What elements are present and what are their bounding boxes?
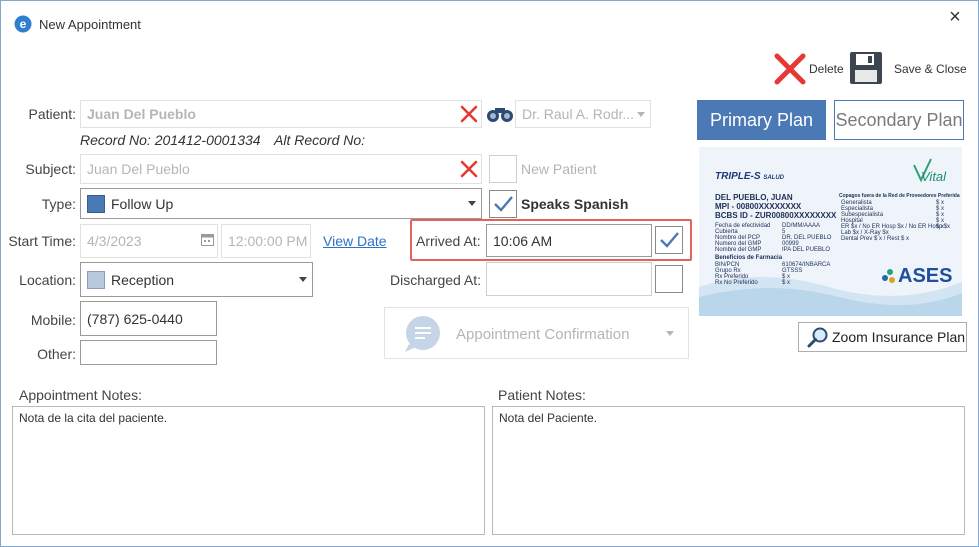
speaks-spanish-label: Speaks Spanish	[521, 196, 629, 212]
card-right-row-value: $ x	[936, 224, 945, 230]
location-color-swatch	[87, 270, 105, 289]
location-select-value: Reception	[111, 271, 175, 288]
location-dropdown-chevron-icon[interactable]	[299, 277, 307, 282]
speaks-spanish-checkbox[interactable]	[489, 190, 517, 218]
patient-field[interactable]: Juan Del Pueblo	[80, 100, 482, 128]
arrived-at-label: Arrived At:	[416, 233, 481, 249]
card-bcbs: BCBS ID - ZUR00800XXXXXXXX	[715, 211, 837, 220]
calendar-icon[interactable]	[201, 233, 214, 246]
new-patient-label: New Patient	[521, 161, 597, 177]
type-select[interactable]: Follow Up	[80, 188, 482, 219]
patient-label: Patient:	[28, 106, 76, 122]
doctor-dropdown-chevron-icon[interactable]	[637, 112, 645, 117]
other-field[interactable]	[80, 340, 217, 365]
discharged-checkbox[interactable]	[655, 265, 683, 293]
patient-notes-label: Patient Notes:	[498, 387, 586, 403]
primary-plan-tab[interactable]: Primary Plan	[697, 100, 826, 140]
zoom-insurance-label: Zoom Insurance Plan	[832, 329, 966, 345]
delete-button[interactable]: Delete	[809, 62, 844, 76]
card-right-row-label: Dental Prev $ x / Rest $ x	[841, 236, 910, 242]
app-logo-icon: e	[14, 15, 32, 33]
card-right-title: Copagos fuera de la Red de Proveedores P…	[839, 193, 960, 199]
card-left-row-value: DD/MM/AAAA	[782, 223, 821, 229]
save-close-button[interactable]: Save & Close	[894, 62, 967, 76]
clear-subject-icon[interactable]	[460, 160, 478, 178]
card-left-row-label: Nombre del GMP	[715, 247, 762, 253]
mobile-field[interactable]: (787) 625-0440	[80, 301, 217, 336]
card-pharmacy-title: Beneficios de Farmacia	[715, 255, 783, 261]
doctor-select[interactable]: Dr. Raul A. Rodr...	[515, 100, 651, 128]
insurance-card-image: TRIPLE-S SALUD Vital DEL PUEBLO, JUAN MP…	[699, 147, 962, 316]
card-pharmacy-row-value: $ x	[782, 280, 791, 286]
alt-record-no: Alt Record No:	[274, 132, 366, 148]
type-select-value: Follow Up	[111, 195, 174, 212]
mobile-label: Mobile:	[30, 312, 76, 328]
appointment-notes-label: Appointment Notes:	[19, 387, 142, 403]
card-ases-logo: ASES	[898, 265, 953, 287]
start-date-field[interactable]: 4/3/2023	[80, 224, 218, 258]
arrived-checkbox[interactable]	[655, 226, 683, 254]
appointment-notes-textarea[interactable]: Nota de la cita del paciente.	[12, 406, 485, 535]
appointment-confirmation-label: Appointment Confirmation	[456, 326, 630, 343]
location-label: Location:	[19, 272, 76, 288]
doctor-select-value: Dr. Raul A. Rodr...	[522, 106, 635, 122]
patient-notes-textarea[interactable]: Nota del Paciente.	[492, 406, 965, 535]
window-title: New Appointment	[39, 17, 141, 32]
arrived-at-field[interactable]: 10:06 AM	[486, 224, 652, 257]
type-dropdown-chevron-icon[interactable]	[468, 201, 476, 206]
confirmation-chevron-icon[interactable]	[666, 331, 674, 336]
card-member-name: DEL PUEBLO, JUAN	[715, 193, 793, 202]
new-patient-checkbox[interactable]	[489, 155, 517, 183]
view-date-link[interactable]: View Date	[323, 233, 387, 249]
discharged-at-label: Discharged At:	[390, 272, 482, 288]
start-date-value: 4/3/2023	[87, 233, 142, 249]
magnifier-icon	[807, 327, 828, 348]
zoom-insurance-button[interactable]: Zoom Insurance Plan	[798, 322, 967, 352]
location-select[interactable]: Reception	[80, 262, 313, 297]
card-pharmacy-row-label: Rx No Preferido	[715, 280, 758, 286]
card-mpi: MPI - 00800XXXXXXXX	[715, 202, 802, 211]
card-vital-logo: Vital	[921, 169, 947, 184]
save-icon[interactable]	[849, 51, 883, 85]
checkmark-icon	[660, 232, 679, 248]
clear-patient-icon[interactable]	[460, 105, 478, 123]
chat-bubble-icon	[401, 314, 443, 354]
appointment-confirmation-button[interactable]: Appointment Confirmation	[384, 307, 689, 359]
type-color-swatch	[87, 194, 105, 213]
card-brand-logo: TRIPLE-S SALUD	[715, 171, 785, 182]
record-no: Record No: 201412-0001334	[80, 132, 261, 148]
close-icon[interactable]: ×	[946, 6, 964, 29]
secondary-plan-tab[interactable]: Secondary Plan	[834, 100, 964, 140]
subject-label: Subject:	[25, 161, 76, 177]
subject-field[interactable]: Juan Del Pueblo	[80, 154, 482, 184]
discharged-at-field[interactable]	[486, 262, 652, 296]
binoculars-icon[interactable]	[486, 104, 514, 124]
start-time-label: Start Time:	[8, 233, 76, 249]
delete-icon[interactable]	[773, 52, 807, 86]
start-time-field[interactable]: 12:00:00 PM	[221, 224, 311, 258]
other-label: Other:	[37, 346, 76, 362]
card-left-row-value: IPA DEL PUEBLO	[782, 247, 831, 253]
svg-text:e: e	[20, 17, 27, 31]
checkmark-icon	[494, 196, 513, 212]
type-label: Type:	[41, 196, 76, 212]
